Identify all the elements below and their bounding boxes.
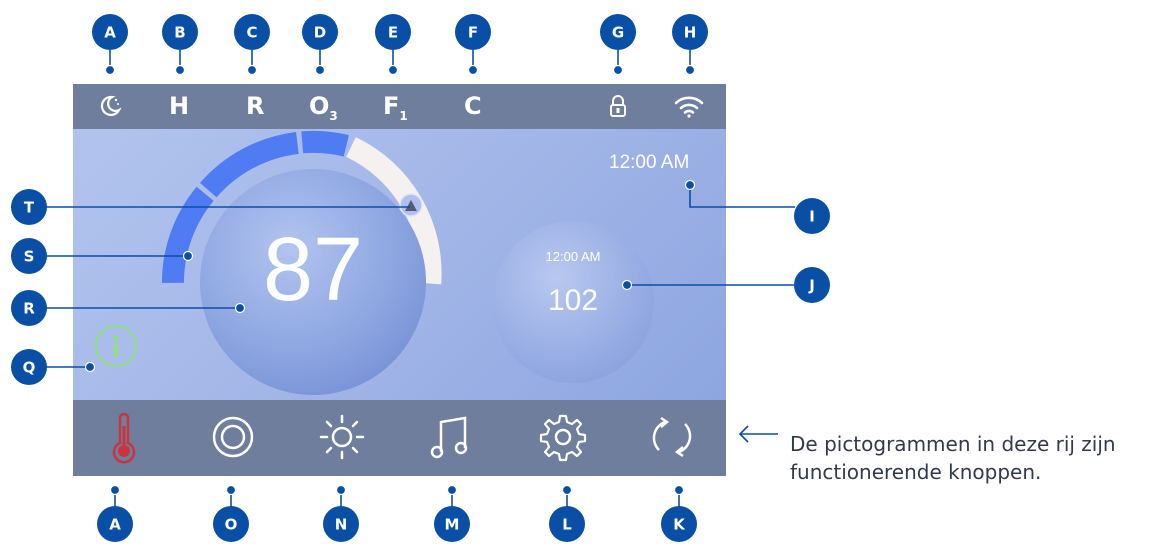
callout-letter-left-t: T bbox=[24, 199, 35, 217]
callout-letter-bottom-m: M bbox=[445, 516, 460, 534]
callout-letter-top-a: A bbox=[104, 24, 116, 42]
callout-letter-top-h: H bbox=[684, 24, 697, 42]
callout-letter-bottom-l: L bbox=[562, 516, 572, 534]
callout-letter-top-b: B bbox=[174, 24, 185, 42]
callout-letter-right-j: J bbox=[808, 277, 815, 295]
callout-letter-top-e: E bbox=[388, 24, 398, 42]
callout-letter-bottom-n: N bbox=[335, 516, 348, 534]
callout-letter-left-q: Q bbox=[23, 359, 36, 377]
callout-letter-top-d: D bbox=[314, 24, 326, 42]
callout-letter-left-s: S bbox=[24, 248, 35, 266]
callout-letter-bottom-o: O bbox=[225, 516, 238, 534]
callout-letter-top-c: C bbox=[246, 24, 257, 42]
callout-letter-bottom-a: A bbox=[109, 516, 121, 534]
callout-letter-top-f: F bbox=[468, 24, 478, 42]
callout-letter-right-i: I bbox=[809, 208, 815, 226]
callout-letter-top-g: G bbox=[612, 24, 624, 42]
callout-letter-bottom-k: K bbox=[673, 516, 686, 534]
callout-letter-left-r: R bbox=[23, 300, 35, 318]
button-row-note: De pictogrammen in deze rij zijn functio… bbox=[790, 432, 1116, 484]
